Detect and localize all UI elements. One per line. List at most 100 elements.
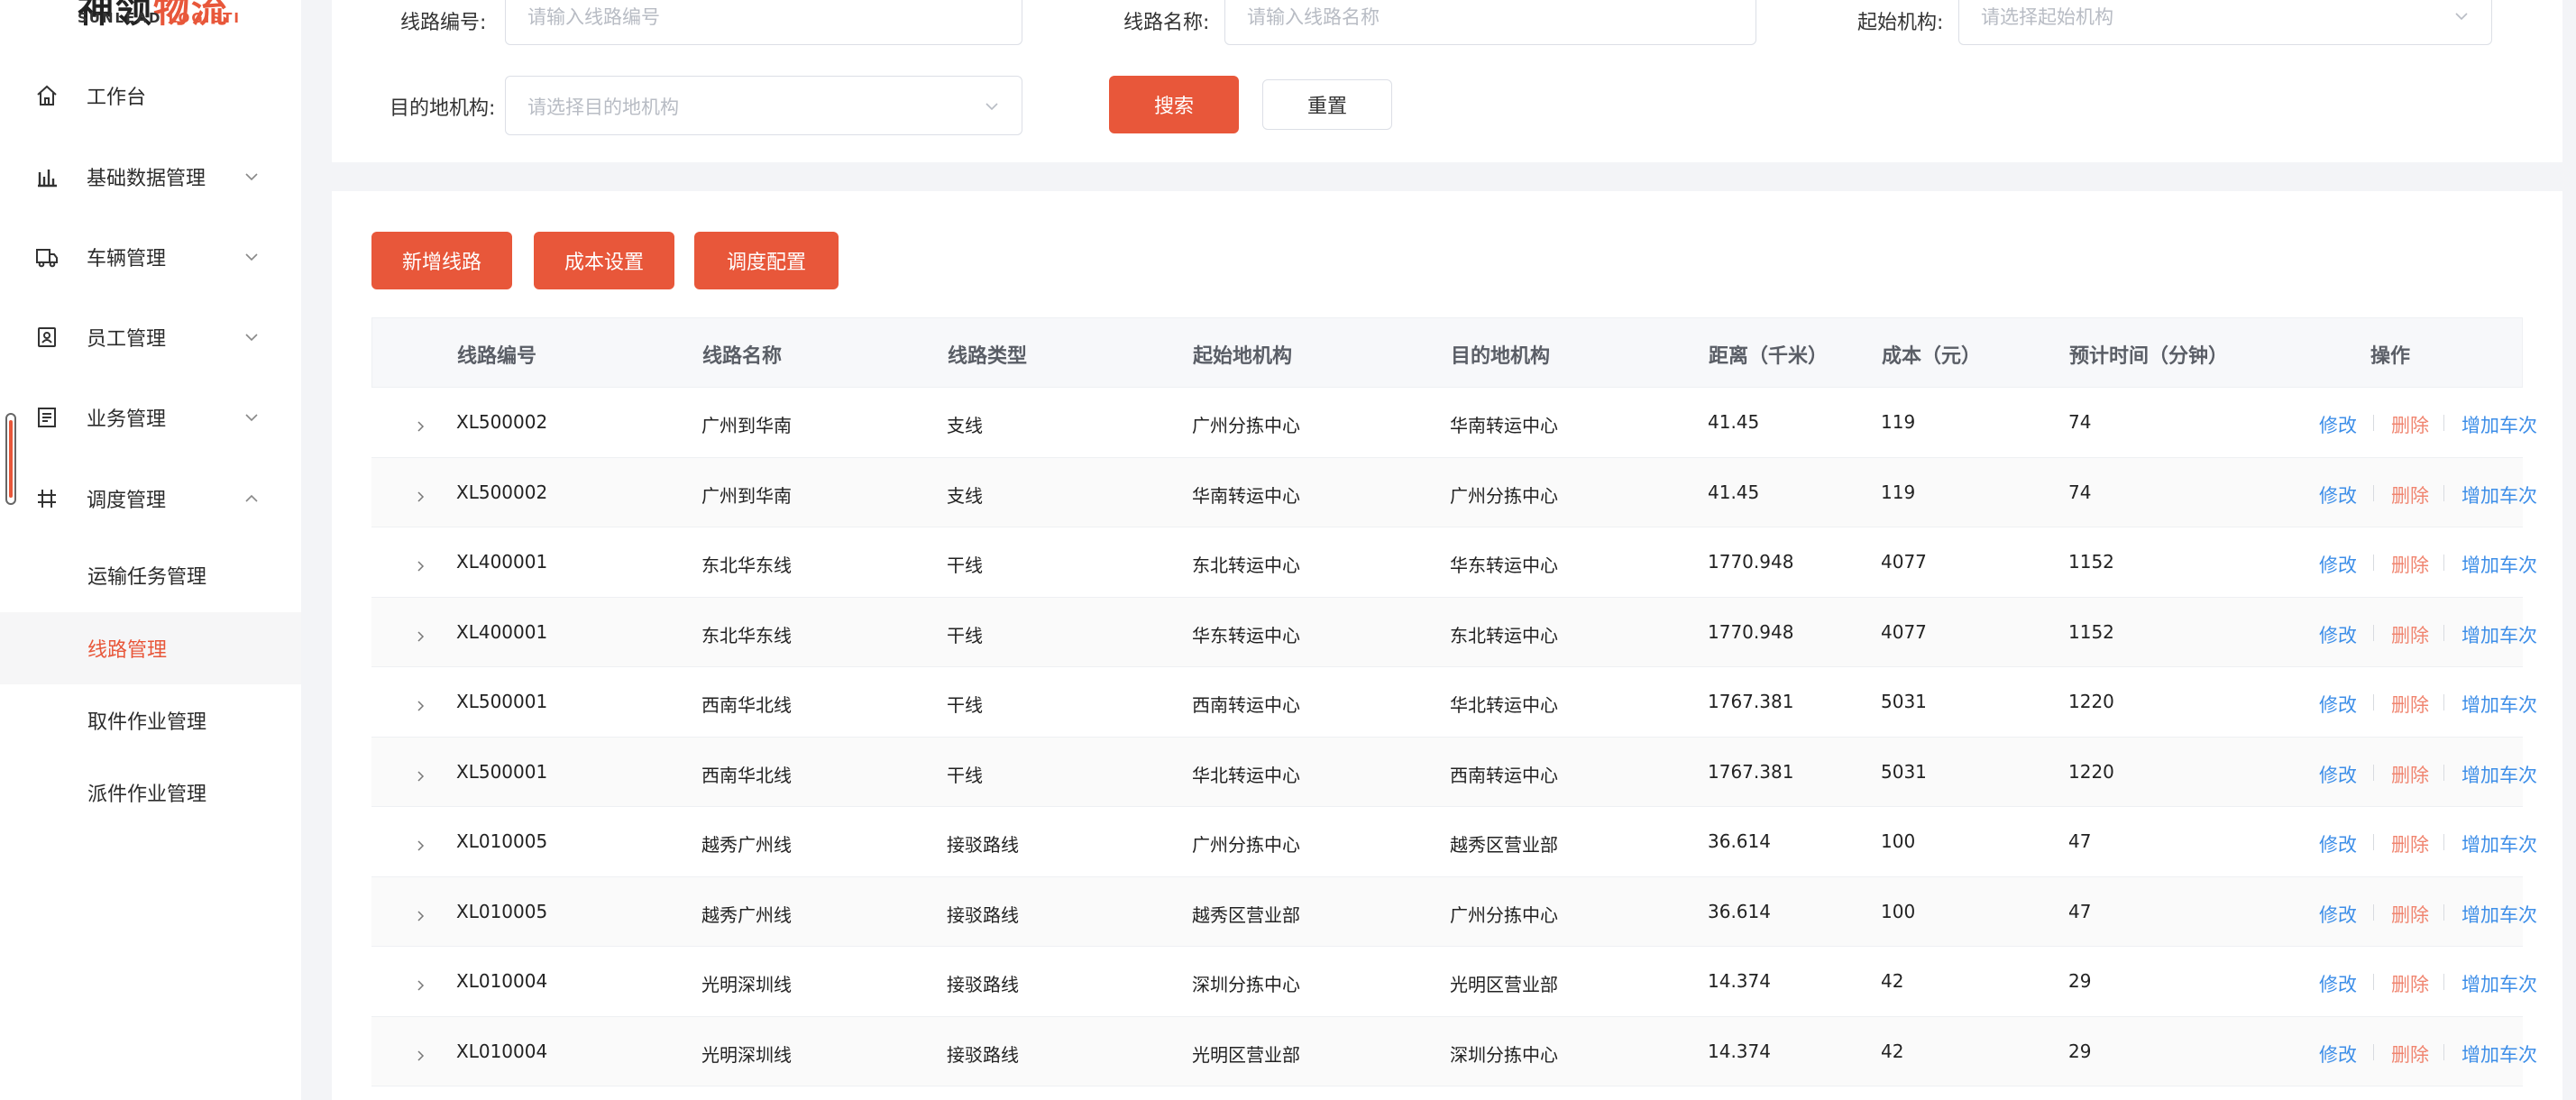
chevron-down-icon — [245, 251, 258, 263]
edit-link[interactable]: 修改 — [2319, 691, 2357, 718]
add-trip-link[interactable]: 增加车次 — [2461, 621, 2537, 648]
id-card-icon — [34, 325, 60, 350]
add-trip-link[interactable]: 增加车次 — [2461, 970, 2537, 997]
sidebar-item-business[interactable]: 业务管理 — [0, 385, 301, 450]
sidebar-subitem-label: 派件作业管理 — [87, 784, 207, 806]
sidebar-item-label: 员工管理 — [87, 328, 167, 351]
sidebar-item-dispatch[interactable]: 调度管理 — [0, 466, 301, 531]
chevron-right-icon[interactable] — [415, 418, 426, 432]
edit-link[interactable]: 修改 — [2319, 481, 2357, 509]
sidebar-subitem-pickup-jobs[interactable]: 取件作业管理 — [0, 684, 301, 756]
table-row: XL500001 西南华北线 干线 华北转运中心 西南转运中心 1767.381 5031 1… — [371, 737, 2537, 807]
action-separator — [2373, 903, 2374, 921]
cell-dest: 广州分拣中心 — [1450, 484, 1558, 507]
reset-button[interactable]: 重置 — [1262, 79, 1392, 130]
cell-origin: 广州分拣中心 — [1192, 834, 1300, 856]
delete-link[interactable]: 删除 — [2391, 691, 2429, 718]
edit-link[interactable]: 修改 — [2319, 761, 2357, 788]
chevron-down-icon — [245, 331, 258, 344]
add-trip-link[interactable]: 增加车次 — [2461, 1040, 2537, 1068]
cell-cost: 119 — [1881, 481, 1916, 503]
cell-line-no: XL500001 — [456, 691, 548, 712]
sidebar-item-workbench[interactable]: 工作台 — [0, 63, 301, 128]
chevron-right-icon[interactable] — [415, 908, 426, 921]
edit-link[interactable]: 修改 — [2319, 830, 2357, 857]
cell-line-type: 接驳路线 — [947, 903, 1019, 926]
search-button[interactable]: 搜索 — [1109, 76, 1239, 133]
delete-link[interactable]: 删除 — [2391, 970, 2429, 997]
delete-link[interactable]: 删除 — [2391, 901, 2429, 928]
add-trip-link[interactable]: 增加车次 — [2461, 901, 2537, 928]
cell-line-type: 接驳路线 — [947, 834, 1019, 856]
cell-eta: 1152 — [2068, 551, 2114, 573]
cell-eta: 29 — [2068, 970, 2092, 992]
add-trip-link[interactable]: 增加车次 — [2461, 481, 2537, 509]
edit-link[interactable]: 修改 — [2319, 1040, 2357, 1068]
clipboard-icon — [34, 405, 60, 430]
dispatch-config-button[interactable]: 调度配置 — [694, 232, 839, 289]
edit-link[interactable]: 修改 — [2319, 621, 2357, 648]
chevron-right-icon[interactable] — [415, 768, 426, 782]
sidebar-subitem-line-management[interactable]: 线路管理 — [0, 612, 301, 684]
cell-line-no: XL400001 — [456, 551, 548, 573]
cell-line-name: 广州到华南 — [701, 415, 792, 436]
dispatch-icon — [34, 486, 60, 511]
col-origin: 起始地机构 — [1193, 345, 1293, 368]
line-no-input[interactable]: 请输入线路编号 — [505, 0, 1022, 45]
delete-link[interactable]: 删除 — [2391, 830, 2429, 857]
cell-distance: 41.45 — [1708, 481, 1760, 503]
cell-dest: 深圳分拣中心 — [1450, 1043, 1558, 1066]
chevron-right-icon[interactable] — [415, 558, 426, 572]
add-line-button[interactable]: 新增线路 — [371, 232, 512, 289]
cell-line-type: 支线 — [947, 484, 983, 507]
line-name-input[interactable]: 请输入线路名称 — [1224, 0, 1756, 45]
chevron-right-icon[interactable] — [415, 489, 426, 502]
cell-origin: 华北转运中心 — [1192, 764, 1300, 786]
add-trip-link[interactable]: 增加车次 — [2461, 411, 2537, 438]
add-trip-link[interactable]: 增加车次 — [2461, 551, 2537, 578]
col-dest: 目的地机构 — [1451, 345, 1551, 368]
delete-link[interactable]: 删除 — [2391, 761, 2429, 788]
sidebar-subitem-label: 线路管理 — [87, 639, 168, 662]
sidebar-item-vehicles[interactable]: 车辆管理 — [0, 225, 301, 289]
origin-select[interactable]: 请选择起始机构 — [1958, 0, 2492, 45]
edit-link[interactable]: 修改 — [2319, 411, 2357, 438]
cost-setting-button[interactable]: 成本设置 — [534, 232, 674, 289]
delete-link[interactable]: 删除 — [2391, 481, 2429, 509]
action-separator — [2373, 834, 2374, 850]
chevron-right-icon[interactable] — [415, 838, 426, 851]
cell-line-name: 光明深圳线 — [701, 1043, 792, 1066]
cell-distance: 1770.948 — [1708, 551, 1794, 573]
chevron-right-icon[interactable] — [415, 698, 426, 711]
edit-link[interactable]: 修改 — [2319, 901, 2357, 928]
cell-origin: 光明区营业部 — [1192, 1043, 1300, 1066]
sidebar-item-basic-data[interactable]: 基础数据管理 — [0, 144, 301, 209]
action-separator — [2373, 764, 2374, 781]
chevron-right-icon[interactable] — [415, 1048, 426, 1061]
delete-link[interactable]: 删除 — [2391, 621, 2429, 648]
cell-dest: 越秀区营业部 — [1450, 834, 1558, 856]
dest-placeholder: 请选择目的地机构 — [527, 96, 679, 118]
dest-select[interactable]: 请选择目的地机构 — [505, 76, 1022, 135]
sidebar-item-employees[interactable]: 员工管理 — [0, 305, 301, 370]
line-name-label: 线路名称: — [1123, 12, 1210, 34]
edit-link[interactable]: 修改 — [2319, 551, 2357, 578]
chevron-right-icon[interactable] — [415, 977, 426, 991]
action-separator — [2373, 694, 2374, 710]
origin-label: 起始机构: — [1857, 12, 1944, 34]
delete-link[interactable]: 删除 — [2391, 1040, 2429, 1068]
chevron-down-icon — [984, 98, 1000, 115]
sidebar-subitem-delivery-jobs[interactable]: 派件作业管理 — [0, 756, 301, 829]
sidebar-subitem-transport-tasks[interactable]: 运输任务管理 — [0, 539, 301, 611]
add-trip-link[interactable]: 增加车次 — [2461, 761, 2537, 788]
delete-link[interactable]: 删除 — [2391, 551, 2429, 578]
add-trip-link[interactable]: 增加车次 — [2461, 691, 2537, 718]
delete-link[interactable]: 删除 — [2391, 411, 2429, 438]
cell-distance: 1767.381 — [1708, 760, 1794, 783]
cell-line-type: 干线 — [947, 624, 983, 646]
table-row: XL500002 广州到华南 支线 华南转运中心 广州分拣中心 41.45 119 74 修改 删… — [371, 457, 2537, 527]
add-trip-link[interactable]: 增加车次 — [2461, 830, 2537, 857]
edit-link[interactable]: 修改 — [2319, 970, 2357, 997]
chevron-right-icon[interactable] — [415, 628, 426, 642]
action-separator — [2443, 484, 2444, 501]
